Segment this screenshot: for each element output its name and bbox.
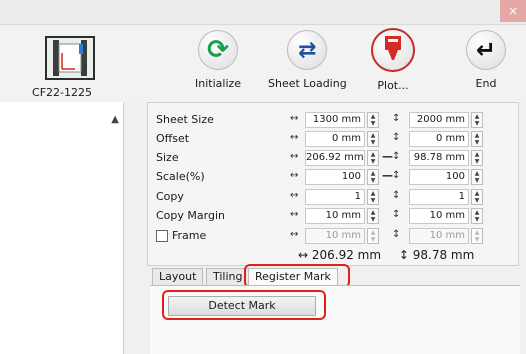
swap-arrows-icon: ⇄: [287, 30, 328, 70]
scroll-up-arrow-icon[interactable]: ▲: [111, 114, 119, 125]
sheet-size-width-spinner[interactable]: ▲ ▼: [367, 112, 379, 128]
vertical-arrow-icon: ↕: [392, 170, 401, 181]
scale-label: Scale(%): [156, 170, 205, 183]
toolbar: CF22-1225 ⟳ Initialize ⇄ Sheet Loading P…: [0, 26, 526, 102]
initialize-button[interactable]: ⟳ Initialize: [195, 30, 241, 90]
horizontal-arrow-icon: ↔: [290, 229, 299, 240]
size-width-field[interactable]: 206.92 mm: [305, 150, 365, 166]
offset-y-spinner[interactable]: ▲ ▼: [471, 131, 483, 147]
copy-margin-y-spinner[interactable]: ▲ ▼: [471, 208, 483, 224]
sheet-loading-label: Sheet Loading: [268, 77, 347, 90]
horizontal-arrow-icon: ↔: [290, 113, 299, 124]
highlight-detect-mark-button: [162, 290, 326, 320]
vertical-arrow-icon: ↕: [392, 209, 401, 220]
vertical-arrow-icon: ↕: [392, 190, 401, 201]
frame-y-spinner: ▲ ▼: [471, 228, 483, 244]
copy-label: Copy: [156, 190, 184, 203]
size-width-spinner[interactable]: ▲ ▼: [367, 150, 379, 166]
vertical-arrow-icon: ↕: [392, 113, 401, 124]
vertical-arrow-icon: ↕: [392, 229, 401, 240]
parameter-panel: Sheet Size ↔ 1300 mm ▲ ▼ ↕ 2000 mm ▲ ▼ Off…: [147, 102, 519, 266]
scale-x-field[interactable]: 100: [305, 169, 365, 185]
sheet-size-row: Sheet Size ↔ 1300 mm ▲ ▼ ↕ 2000 mm ▲ ▼: [148, 111, 520, 129]
sheet-size-height-spinner[interactable]: ▲ ▼: [471, 112, 483, 128]
frame-x-field: 10 mm: [305, 228, 365, 244]
copy-row: Copy ↔ 1 ▲ ▼ ↕ 1 ▲ ▼: [148, 188, 520, 206]
scale-y-spinner[interactable]: ▲ ▼: [471, 169, 483, 185]
sheet-size-height-field[interactable]: 2000 mm: [409, 112, 469, 128]
plot-label: Plot...: [377, 79, 409, 92]
cutting-plotter-icon: [45, 36, 95, 80]
copy-x-field[interactable]: 1: [305, 189, 365, 205]
size-row: Size ↔ 206.92 mm ▲ ▼ — ↕ 98.78 mm ▲ ▼: [148, 149, 520, 167]
copy-y-spinner[interactable]: ▲ ▼: [471, 189, 483, 205]
copy-margin-y-field[interactable]: 10 mm: [409, 208, 469, 224]
scale-y-field[interactable]: 100: [409, 169, 469, 185]
sheet-loading-button[interactable]: ⇄ Sheet Loading: [268, 30, 347, 90]
vertical-arrow-icon: ↕: [392, 132, 401, 143]
end-label: End: [475, 77, 497, 90]
offset-x-field[interactable]: 0 mm: [305, 131, 365, 147]
copy-margin-x-spinner[interactable]: ▲ ▼: [367, 208, 379, 224]
copy-x-spinner[interactable]: ▲ ▼: [367, 189, 379, 205]
total-width-text: ↔ 206.92 mm: [298, 248, 382, 262]
close-button[interactable]: ×: [500, 0, 526, 22]
total-height-text: ↕ 98.78 mm: [398, 248, 475, 262]
copy-margin-row: Copy Margin ↔ 10 mm ▲ ▼ ↕ 10 mm ▲ ▼: [148, 207, 520, 225]
refresh-icon: ⟳: [198, 30, 239, 70]
size-height-spinner[interactable]: ▲ ▼: [471, 150, 483, 166]
title-bar: ×: [0, 0, 526, 25]
scale-x-spinner[interactable]: ▲ ▼: [367, 169, 379, 185]
frame-y-field: 10 mm: [409, 228, 469, 244]
total-dimensions: ↔ 206.92 mm ↕ 98.78 mm: [298, 248, 488, 262]
size-height-field[interactable]: 98.78 mm: [409, 150, 469, 166]
end-button[interactable]: ↵ End: [466, 30, 506, 90]
copy-y-field[interactable]: 1: [409, 189, 469, 205]
offset-y-field[interactable]: 0 mm: [409, 131, 469, 147]
plotter-head-icon: [371, 28, 415, 72]
copy-margin-x-field[interactable]: 10 mm: [305, 208, 365, 224]
layout-list-pane[interactable]: ▲: [0, 102, 124, 354]
size-label: Size: [156, 151, 179, 164]
frame-row: Frame ↔ 10 mm ▲ ▼ ↕ 10 mm ▲ ▼: [148, 227, 520, 245]
device-name: CF22-1225: [32, 86, 92, 99]
offset-label: Offset: [156, 132, 190, 145]
frame-checkbox[interactable]: [156, 230, 168, 242]
horizontal-arrow-icon: ↔: [290, 209, 299, 220]
scale-row: Scale(%) ↔ 100 ▲ ▼ — ↕ 100 ▲ ▼: [148, 168, 520, 186]
frame-x-spinner: ▲ ▼: [367, 228, 379, 244]
sheet-size-label: Sheet Size: [156, 113, 214, 126]
return-arrow-icon: ↵: [466, 30, 506, 70]
offset-x-spinner[interactable]: ▲ ▼: [367, 131, 379, 147]
horizontal-arrow-icon: ↔: [290, 151, 299, 162]
sheet-size-width-field[interactable]: 1300 mm: [305, 112, 365, 128]
frame-label: Frame: [172, 229, 207, 242]
tab-layout[interactable]: Layout: [152, 268, 204, 285]
vertical-arrow-icon: ↕: [392, 151, 401, 162]
copy-margin-label: Copy Margin: [156, 209, 225, 222]
offset-row: Offset ↔ 0 mm ▲ ▼ ↕ 0 mm ▲ ▼: [148, 130, 520, 148]
plot-button[interactable]: Plot...: [371, 28, 415, 92]
horizontal-arrow-icon: ↔: [290, 190, 299, 201]
horizontal-arrow-icon: ↔: [290, 132, 299, 143]
initialize-label: Initialize: [195, 77, 242, 90]
tab-tiling[interactable]: Tiling: [206, 268, 250, 285]
horizontal-arrow-icon: ↔: [290, 170, 299, 181]
